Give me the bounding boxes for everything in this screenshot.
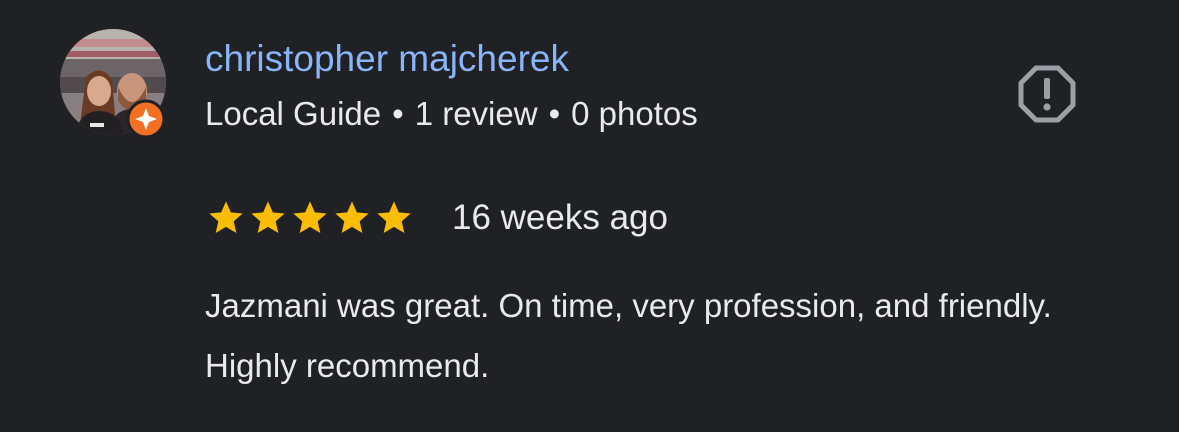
report-octagon-icon xyxy=(1018,65,1076,123)
reviewer-meta: Local Guide • 1 review • 0 photos xyxy=(205,92,698,136)
meta-separator: • xyxy=(548,95,561,132)
reviewer-name[interactable]: christopher majcherek xyxy=(205,35,569,83)
star-filled-icon xyxy=(251,201,285,233)
photo-count: 0 photos xyxy=(571,95,698,132)
review-count: 1 review xyxy=(414,95,538,132)
rating-row: 16 weeks ago xyxy=(206,193,668,243)
review-text: Jazmani was great. On time, very profess… xyxy=(205,287,1052,384)
star-filled-icon xyxy=(293,201,327,233)
local-guide-badge-icon xyxy=(126,99,166,139)
review-time: 16 weeks ago xyxy=(452,198,668,237)
meta-separator: • xyxy=(392,95,404,132)
local-guide-label: Local Guide xyxy=(205,95,382,132)
star-filled-icon xyxy=(377,201,411,233)
star-filled-icon xyxy=(209,201,243,233)
reviewer-avatar-group[interactable] xyxy=(60,29,170,139)
star-rating xyxy=(206,198,414,238)
star-filled-icon xyxy=(335,201,369,233)
review-card: christopher majcherek Local Guide • 1 revi… xyxy=(0,0,1179,432)
report-review-button[interactable] xyxy=(1015,62,1079,126)
